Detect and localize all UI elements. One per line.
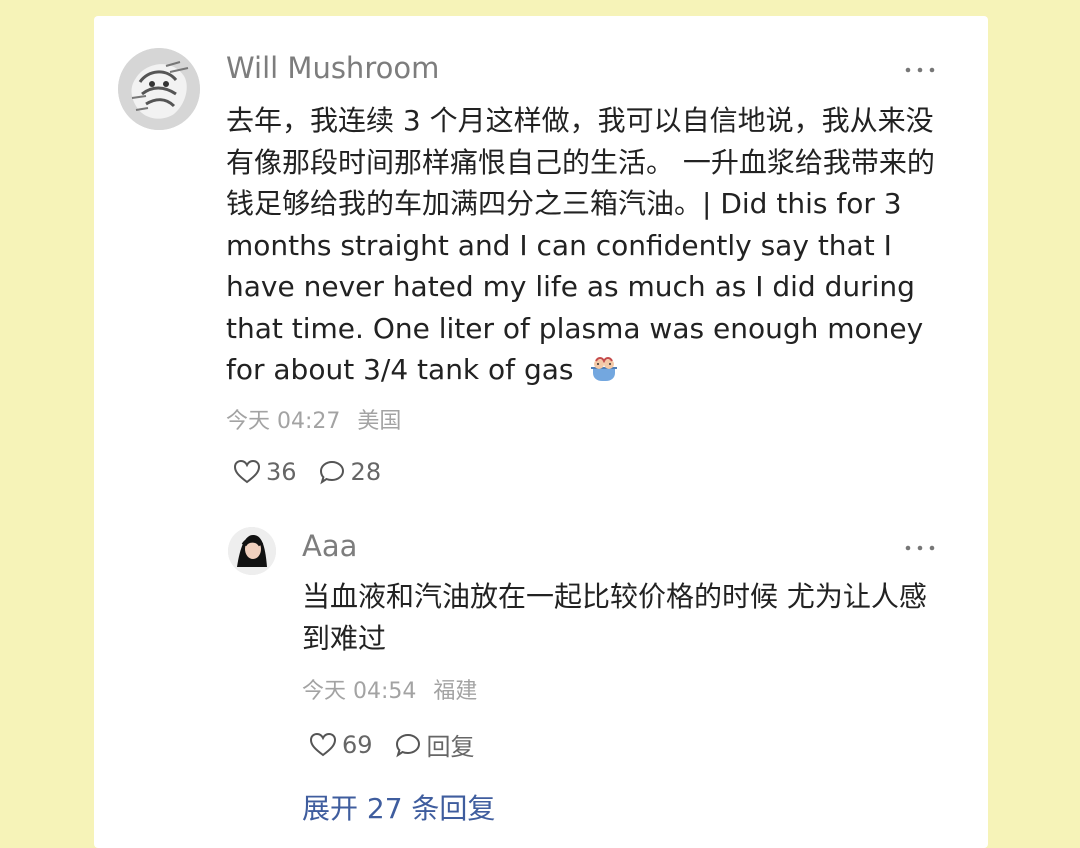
expand-replies-link[interactable]: 展开 27 条回复	[302, 790, 495, 828]
avatar[interactable]	[118, 48, 200, 130]
more-options-icon[interactable]	[902, 60, 938, 80]
reply-actions: 69 回复	[308, 727, 475, 762]
comment-username[interactable]: Will Mushroom	[226, 50, 439, 86]
reply-meta: 今天 04:54 福建	[302, 678, 477, 706]
profile-sketch-icon	[118, 48, 200, 130]
reply-more-options-icon[interactable]	[902, 538, 938, 558]
person-photo-icon	[228, 527, 276, 575]
reply-location: 福建	[433, 679, 478, 704]
comment-time: 今天 04:27	[226, 409, 341, 434]
speech-bubble-icon	[395, 733, 420, 757]
reply-time: 今天 04:54	[302, 679, 417, 704]
reply-username[interactable]: Aaa	[302, 528, 357, 564]
heart-outline-icon	[233, 459, 261, 484]
heart-outline-icon	[309, 732, 337, 756]
comment-text: 去年，我连续 3 个月这样做，我可以自信地说，我从来没有像那段时间那样痛恨自己的…	[226, 100, 950, 391]
comment-location: 美国	[357, 409, 402, 434]
comment-text-content: 去年，我连续 3 个月这样做，我可以自信地说，我从来没有像那段时间那样痛恨自己的…	[226, 104, 935, 386]
reply-like-count: 69	[342, 730, 373, 759]
bathtub-emoji-icon	[588, 353, 620, 381]
reply-label: 回复	[426, 733, 475, 761]
like-count: 36	[266, 458, 297, 486]
speech-bubble-icon	[319, 460, 344, 485]
comment-button[interactable]: 28	[317, 457, 382, 487]
comment-count: 28	[350, 458, 382, 486]
comment-actions: 36 28	[232, 457, 381, 487]
reply-avatar[interactable]	[228, 527, 276, 575]
comment-meta: 今天 04:27 美国	[226, 408, 401, 436]
reply-text: 当血液和汽油放在一起比较价格的时候 尤为让人感到难过	[302, 580, 927, 655]
reply-like-button[interactable]: 69	[308, 730, 373, 760]
like-button[interactable]: 36	[232, 457, 297, 487]
reply-button[interactable]: 回复	[393, 727, 475, 762]
comment-card: Will Mushroom 去年，我连续 3 个月这样做，我可以自信地说，我从来…	[94, 16, 988, 848]
